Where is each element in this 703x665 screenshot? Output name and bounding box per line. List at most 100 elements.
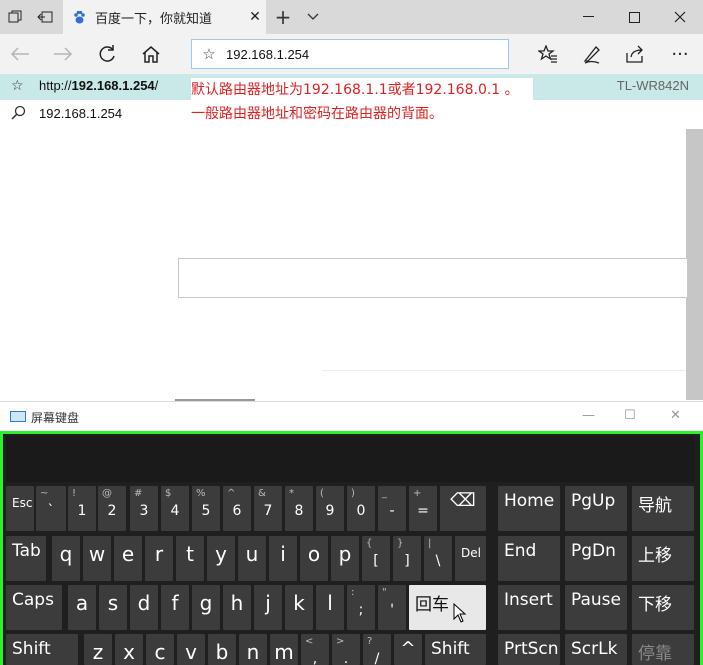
key-7[interactable]: & 7 [254,486,282,531]
key-label: - [389,503,395,519]
share-icon[interactable] [615,34,655,74]
key-2[interactable]: @2 [98,486,126,531]
key-up-arrow[interactable]: ^ [394,634,422,665]
key-k[interactable]: k [285,585,313,630]
key-m[interactable]: m [270,634,298,665]
close-tab-icon[interactable]: ✕ [244,9,266,25]
key-scrlk[interactable]: ScrLk [565,634,627,665]
key-i[interactable]: i [269,536,297,581]
key-g[interactable]: g [192,585,220,630]
key-insert[interactable]: Insert [498,585,560,630]
key-u[interactable]: u [238,536,266,581]
key-4[interactable]: $4 [161,486,189,531]
key-home[interactable]: Home [498,486,560,531]
new-tab-icon[interactable]: + [270,0,296,34]
key-w[interactable]: w [83,536,111,581]
key--[interactable]: {[ [362,536,390,581]
key--[interactable]: _ - [378,486,406,531]
key-d[interactable]: d [130,585,158,630]
key-下移[interactable]: 下移 [632,585,694,630]
key-导航[interactable]: 导航 [632,486,694,531]
key-1[interactable]: ! 1 [68,486,96,531]
maximize-icon[interactable] [611,0,657,34]
key-q[interactable]: q [52,536,80,581]
key-end[interactable]: End [498,536,560,581]
key-r[interactable]: r [145,536,173,581]
key-8[interactable]: * 8 [285,486,313,531]
close-icon[interactable]: ✕ [670,408,681,423]
key-pause[interactable]: Pause [565,585,627,630]
key-del[interactable]: Del [455,536,486,581]
key-prtscn[interactable]: PrtScn [498,634,560,665]
key-caps[interactable]: Caps [6,585,62,630]
key-l[interactable]: l [316,585,344,630]
key--[interactable]: }] [393,536,421,581]
key--[interactable]: ~ ` [36,486,66,531]
key--[interactable]: >. [332,634,360,665]
favorite-star-icon[interactable]: ☆ [192,45,226,63]
key-j[interactable]: j [254,585,282,630]
key-label: y [215,542,227,566]
key--[interactable]: + = [409,486,437,531]
key-f[interactable]: f [161,585,189,630]
key-label: u [245,542,259,566]
key-e[interactable]: e [114,536,142,581]
key-tab[interactable]: Tab [6,536,46,581]
key-shift[interactable]: Shift [425,634,486,665]
address-bar[interactable]: ☆ [191,39,509,69]
key--[interactable]: <, [301,634,329,665]
page-search-box[interactable] [178,258,688,298]
key-6[interactable]: ^ 6 [223,486,251,531]
key-shift-label: ~ [40,488,49,499]
key-a[interactable]: a [68,585,96,630]
key-b[interactable]: b [208,634,236,665]
key-c[interactable]: c [146,634,174,665]
close-window-icon[interactable] [657,0,703,34]
more-options-icon[interactable]: ··· [660,34,700,74]
key-p[interactable]: p [331,536,359,581]
favorites-icon[interactable] [528,34,568,74]
key-x[interactable]: x [115,634,143,665]
key-0[interactable]: ) 0 [347,486,375,531]
key-5[interactable]: % 5 [192,486,220,531]
tab-title: 百度一下，你就知道 [95,11,213,27]
key-上移[interactable]: 上移 [632,536,694,581]
key--[interactable]: " ' [378,585,406,630]
key-esc[interactable]: Esc [6,486,34,531]
home-icon[interactable] [131,34,171,74]
key-shift-label: & [258,488,266,499]
key-o[interactable]: o [300,536,328,581]
address-input[interactable] [226,46,508,62]
key-pgup[interactable]: PgUp [565,486,627,531]
refresh-icon[interactable] [87,34,127,74]
forward-arrow-icon[interactable] [43,34,83,74]
key-shift[interactable]: Shift [6,634,78,665]
key--[interactable]: :; [347,585,375,630]
key-回车[interactable]: 回车 [409,585,486,630]
page-scrollbar[interactable] [686,129,703,400]
minimize-icon[interactable] [565,0,611,34]
key-t[interactable]: t [176,536,204,581]
key-backspace[interactable]: ⌫ [440,486,486,531]
key-pgdn[interactable]: PgDn [565,536,627,581]
back-arrow-icon[interactable] [0,34,40,74]
pen-notes-icon[interactable] [572,34,612,74]
maximize-icon[interactable]: ☐ [624,408,636,423]
key--[interactable]: ? / [363,634,391,665]
key-z[interactable]: z [84,634,112,665]
key-9[interactable]: (9 [316,486,344,531]
key-y[interactable]: y [207,536,235,581]
tab-overview-icon[interactable] [0,0,30,34]
chevron-down-icon[interactable] [300,0,326,34]
key-3[interactable]: #3 [130,486,158,531]
key-h[interactable]: h [223,585,251,630]
key-s[interactable]: s [99,585,127,630]
browser-tab[interactable]: 百度一下，你就知道 ✕ [63,0,266,34]
set-tabs-aside-icon[interactable] [30,0,60,34]
key--[interactable]: | \ [424,536,452,581]
key-n[interactable]: n [239,634,267,665]
key-v[interactable]: v [177,634,205,665]
minimize-icon[interactable]: — [582,408,595,423]
key-停靠[interactable]: 停靠 [632,634,694,665]
key-label: Esc [12,496,33,510]
